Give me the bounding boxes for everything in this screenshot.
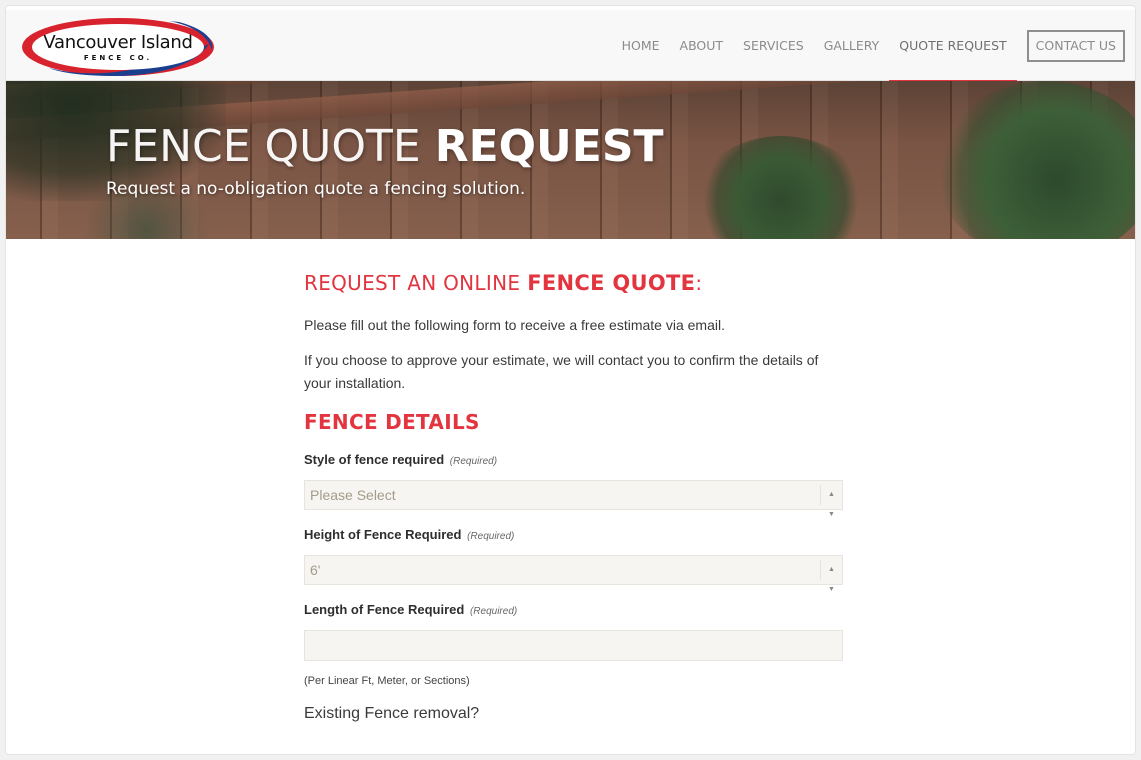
intro-text: Please fill out the following form to re… [304,317,725,333]
style-select-value: Please Select [310,487,396,503]
page-title-light: REQUEST AN ONLINE [304,271,521,295]
select-arrows-icon: ▲ ▼ [820,560,842,593]
nav-home[interactable]: HOME [612,30,670,62]
nav-quote-request[interactable]: QUOTE REQUEST [889,30,1018,82]
fence-details-heading: FENCE DETAILS [304,410,480,434]
height-field-label: Height of Fence Required (Required) [304,526,844,546]
style-label-text: Style of fence required [304,452,445,467]
required-marker: (Required) [467,531,515,542]
site-header: Vancouver Island FENCE CO. HOME ABOUT SE… [6,10,1135,82]
hero-subtitle: Request a no-obligation quote a fencing … [106,179,526,199]
required-marker: (Required) [469,606,518,617]
intro-text-approval: If you choose to approve your estimate, … [304,352,819,391]
length-field-label: Length of Fence Required (Required) [304,601,844,621]
select-arrows-icon: ▲ ▼ [820,485,842,518]
style-select[interactable]: Please Select ▲ ▼ [304,480,843,518]
logo-sub-text: FENCE CO. [83,54,153,62]
nav-services[interactable]: SERVICES [733,30,814,62]
length-hint: (Per Linear Ft, Meter, or Sections) [304,675,470,687]
hero-title-bold: REQUEST [434,121,664,172]
hero-title-light: FENCE QUOTE [106,121,421,172]
height-label-text: Height of Fence Required [304,527,462,542]
hero-title: FENCE QUOTE REQUEST [106,121,664,172]
length-label-text: Length of Fence Required [304,602,465,617]
hero-banner: FENCE QUOTE REQUEST Request a no-obligat… [6,81,1135,239]
page-title-colon: : [695,271,703,295]
main-nav: HOME ABOUT SERVICES GALLERY QUOTE REQUES… [612,30,1125,82]
logo[interactable]: Vancouver Island FENCE CO. [19,16,217,78]
nav-gallery[interactable]: GALLERY [814,30,890,62]
length-input[interactable] [304,630,843,661]
contact-us-button[interactable]: CONTACT US [1026,30,1125,62]
required-marker: (Required) [449,456,498,467]
height-select-value: 6' [310,562,321,578]
browser-frame: Vancouver Island FENCE CO. HOME ABOUT SE… [5,5,1136,755]
page-title-bold: FENCE QUOTE [527,271,696,295]
height-select[interactable]: 6' ▲ ▼ [304,555,843,593]
nav-about[interactable]: ABOUT [670,30,734,62]
logo-main-text: Vancouver Island [43,32,193,53]
page-title: REQUEST AN ONLINE FENCE QUOTE: [304,268,844,298]
existing-fence-removal-label: Existing Fence removal? [304,705,480,722]
style-field-label: Style of fence required (Required) [304,451,844,471]
quote-form-section: REQUEST AN ONLINE FENCE QUOTE: Please fi… [304,268,844,723]
